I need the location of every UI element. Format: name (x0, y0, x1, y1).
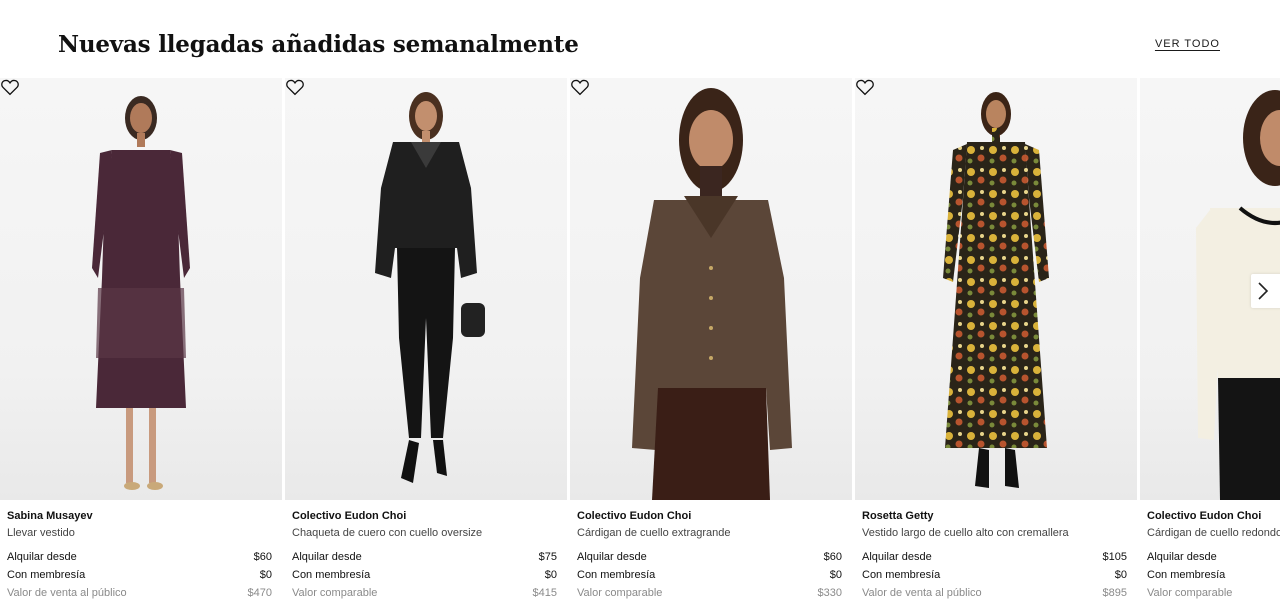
retail-price: $415 (532, 587, 557, 599)
member-label: Con membresía (292, 569, 371, 581)
member-price: $0 (1114, 569, 1127, 581)
retail-label: Valor de venta al público (7, 587, 127, 599)
heart-outline-icon[interactable] (285, 78, 305, 96)
rent-price-row: Alquilar desde $60 (7, 548, 272, 566)
rent-price-row: Alquilar desde (1147, 548, 1280, 566)
product-card[interactable]: Colectivo Eudon Choi Cárdigan de cuello … (570, 78, 852, 610)
rent-price-row: Alquilar desde $105 (862, 548, 1127, 566)
product-designer[interactable]: Colectivo Eudon Choi (1147, 508, 1280, 525)
product-name[interactable]: Chaqueta de cuero con cuello oversize (292, 525, 557, 542)
member-price-row: Con membresía $0 (292, 566, 557, 584)
rent-price: $105 (1102, 551, 1127, 563)
product-image[interactable] (0, 78, 282, 500)
product-card[interactable]: Sabina Musayev Llevar vestido Alquilar d… (0, 78, 282, 610)
product-info: Colectivo Eudon Choi Cárdigan de cuello … (577, 508, 842, 602)
product-carousel: Sabina Musayev Llevar vestido Alquilar d… (0, 78, 1280, 610)
product-designer[interactable]: Colectivo Eudon Choi (577, 508, 842, 525)
retail-label: Valor de venta al público (862, 587, 982, 599)
product-name[interactable]: Llevar vestido (7, 525, 272, 542)
product-designer[interactable]: Colectivo Eudon Choi (292, 508, 557, 525)
member-label: Con membresía (862, 569, 941, 581)
retail-price: $895 (1102, 587, 1127, 599)
retail-price-row: Valor comparable $330 (577, 584, 842, 602)
product-designer[interactable]: Rosetta Getty (862, 508, 1127, 525)
member-label: Con membresía (577, 569, 656, 581)
retail-label: Valor comparable (292, 587, 378, 599)
rent-price: $75 (538, 551, 557, 563)
retail-price-row: Valor de venta al público $895 (862, 584, 1127, 602)
view-all-link[interactable]: VER TODO (1155, 38, 1220, 50)
rent-price: $60 (823, 551, 842, 563)
product-image[interactable] (855, 78, 1137, 500)
rent-label: Alquilar desde (1147, 551, 1217, 563)
carousel-next-button[interactable] (1251, 274, 1280, 308)
member-label: Con membresía (1147, 569, 1226, 581)
product-info: Sabina Musayev Llevar vestido Alquilar d… (7, 508, 272, 602)
product-image[interactable] (570, 78, 852, 500)
member-price: $0 (544, 569, 557, 581)
retail-label: Valor comparable (577, 587, 663, 599)
member-price-row: Con membresía (1147, 566, 1280, 584)
rent-price-row: Alquilar desde $60 (577, 548, 842, 566)
heart-outline-icon[interactable] (0, 78, 20, 96)
section-header: Nuevas llegadas añadidas semanalmente VE… (58, 24, 1220, 64)
product-info: Colectivo Eudon Choi Chaqueta de cuero c… (292, 508, 557, 602)
chevron-right-icon (1258, 282, 1269, 300)
rent-label: Alquilar desde (7, 551, 77, 563)
member-price: $0 (829, 569, 842, 581)
member-price-row: Con membresía $0 (577, 566, 842, 584)
product-name[interactable]: Cárdigan de cuello redondo (1147, 525, 1280, 542)
rent-label: Alquilar desde (862, 551, 932, 563)
member-price-row: Con membresía $0 (7, 566, 272, 584)
member-price: $0 (259, 569, 272, 581)
heart-outline-icon[interactable] (855, 78, 875, 96)
retail-price: $330 (817, 587, 842, 599)
product-card[interactable]: Rosetta Getty Vestido largo de cuello al… (855, 78, 1137, 610)
product-name[interactable]: Cárdigan de cuello extragrande (577, 525, 842, 542)
retail-label: Valor comparable (1147, 587, 1233, 599)
retail-price-row: Valor de venta al público $470 (7, 584, 272, 602)
product-info: Rosetta Getty Vestido largo de cuello al… (862, 508, 1127, 602)
section-title: Nuevas llegadas añadidas semanalmente (58, 30, 579, 58)
product-designer[interactable]: Sabina Musayev (7, 508, 272, 525)
product-card[interactable]: Colectivo Eudon Choi Chaqueta de cuero c… (285, 78, 567, 610)
rent-label: Alquilar desde (577, 551, 647, 563)
heart-outline-icon[interactable] (570, 78, 590, 96)
product-image[interactable] (285, 78, 567, 500)
rent-label: Alquilar desde (292, 551, 362, 563)
member-label: Con membresía (7, 569, 86, 581)
retail-price-row: Valor comparable $415 (292, 584, 557, 602)
retail-price: $470 (247, 587, 272, 599)
retail-price-row: Valor comparable (1147, 584, 1280, 602)
member-price-row: Con membresía $0 (862, 566, 1127, 584)
rent-price: $60 (253, 551, 272, 563)
product-info: Colectivo Eudon Choi Cárdigan de cuello … (1147, 508, 1280, 602)
rent-price-row: Alquilar desde $75 (292, 548, 557, 566)
product-card[interactable]: Colectivo Eudon Choi Cárdigan de cuello … (1140, 78, 1280, 610)
product-name[interactable]: Vestido largo de cuello alto con cremall… (862, 525, 1127, 542)
